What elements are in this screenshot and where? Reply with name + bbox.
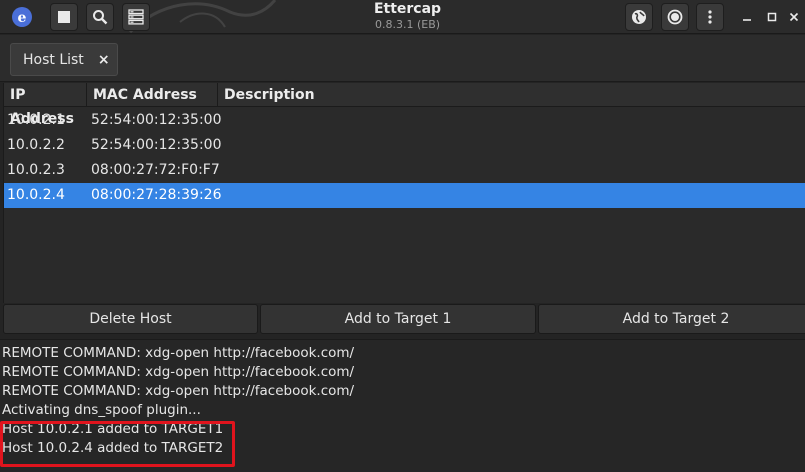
header-bar: e Ettercap 0.8.3.1 (EB) [0, 0, 805, 34]
column-header-mac[interactable]: MAC Address [87, 83, 218, 107]
cell-mac: 08:00:27:72:F0:F7 [91, 162, 220, 178]
tab-strip: Host List × [0, 35, 805, 82]
log-line: REMOTE COMMAND: xdg-open http://facebook… [2, 383, 355, 399]
maximize-icon [767, 12, 777, 22]
cell-mac: 08:00:27:28:39:26 [91, 187, 222, 203]
tab-label: Host List [23, 51, 84, 68]
cell-ip: 10.0.2.2 [7, 137, 65, 153]
cell-mac: 52:54:00:12:35:00 [91, 112, 222, 128]
window-subtitle: 0.8.3.1 (EB) [374, 18, 441, 31]
table-row[interactable]: 10.0.2.3 08:00:27:72:F0:F7 [4, 158, 805, 183]
log-line: Activating dns_spoof plugin... [2, 402, 201, 418]
globe-icon [632, 10, 646, 24]
host-list-table: IP Address MAC Address Description 10.0.… [3, 83, 805, 303]
delete-host-button[interactable]: Delete Host [3, 304, 258, 334]
host-list-button[interactable] [122, 3, 150, 31]
main-menu-button[interactable] [696, 3, 724, 31]
table-row-selected[interactable]: 10.0.2.4 08:00:27:28:39:26 [4, 183, 805, 208]
add-to-target2-button[interactable]: Add to Target 2 [538, 304, 805, 334]
server-list-icon [128, 9, 144, 25]
minimize-icon [743, 19, 751, 21]
window-title: Ettercap [373, 1, 442, 17]
svg-text:e: e [18, 10, 27, 26]
mitm-button[interactable] [625, 3, 653, 31]
log-line: REMOTE COMMAND: xdg-open http://facebook… [2, 364, 355, 380]
scan-search-button[interactable] [86, 3, 114, 31]
cell-ip: 10.0.2.3 [7, 162, 65, 178]
stop-icon [58, 11, 70, 23]
minimize-button[interactable] [738, 8, 756, 26]
log-output: REMOTE COMMAND: xdg-open http://facebook… [0, 339, 805, 472]
ettercap-window: e Ettercap 0.8.3.1 (EB) Host List × IP A… [0, 0, 805, 472]
record-button[interactable] [661, 3, 689, 31]
table-row[interactable]: 10.0.2.1 52:54:00:12:35:00 [4, 108, 805, 133]
ettercap-logo-icon: e [12, 7, 32, 27]
column-header-description[interactable]: Description [218, 83, 805, 107]
add-to-target1-button[interactable]: Add to Target 1 [260, 304, 536, 334]
close-window-button[interactable] [785, 8, 803, 26]
tab-close-icon[interactable]: × [98, 52, 110, 68]
close-icon [789, 12, 799, 22]
column-header-ip[interactable]: IP Address [4, 83, 87, 127]
cell-ip: 10.0.2.1 [7, 112, 65, 128]
title-block: Ettercap 0.8.3.1 (EB) [300, 0, 515, 33]
record-icon [667, 9, 683, 25]
maximize-button[interactable] [763, 8, 781, 26]
tab-host-list[interactable]: Host List × [10, 43, 118, 76]
cell-ip: 10.0.2.4 [7, 187, 65, 203]
log-line: REMOTE COMMAND: xdg-open http://facebook… [2, 345, 355, 361]
search-icon [93, 10, 108, 25]
annotation-highlight-box [0, 421, 235, 467]
host-action-bar: Delete Host Add to Target 1 Add to Targe… [0, 303, 805, 335]
table-header: IP Address MAC Address Description [4, 83, 805, 127]
kebab-menu-icon [708, 10, 712, 24]
table-row[interactable]: 10.0.2.2 52:54:00:12:35:00 [4, 133, 805, 158]
stop-button[interactable] [50, 3, 78, 31]
cell-mac: 52:54:00:12:35:00 [91, 137, 222, 153]
